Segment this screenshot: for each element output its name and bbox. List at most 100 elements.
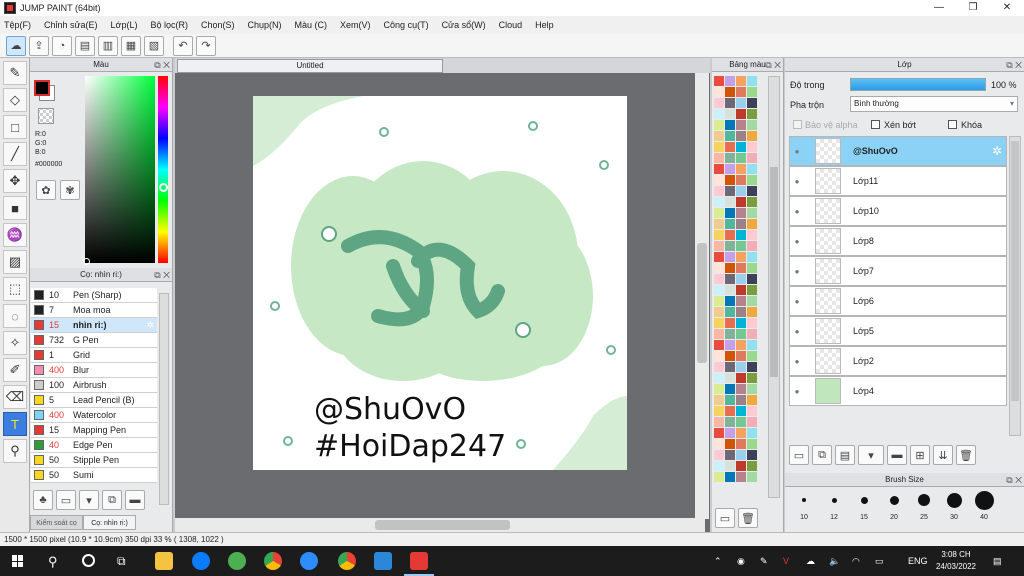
color-swatch[interactable] [736, 142, 746, 152]
color-swatch[interactable] [714, 384, 724, 394]
color-swatch[interactable] [725, 406, 735, 416]
color-swatch[interactable] [747, 318, 757, 328]
color-swatch[interactable] [747, 285, 757, 295]
visibility-icon[interactable]: ● [790, 237, 804, 246]
color-swatch[interactable] [747, 395, 757, 405]
menu-cloud[interactable]: Cloud [499, 20, 523, 30]
color-swatch[interactable] [714, 197, 724, 207]
brush-scrollbar[interactable] [159, 293, 169, 505]
color-swatch[interactable] [714, 373, 724, 383]
color-swatch[interactable] [714, 340, 724, 350]
transparent-color-icon[interactable] [38, 108, 54, 124]
tab-brush[interactable]: Cọ: nhìn ri:) [83, 515, 136, 530]
language-indicator[interactable]: ENG [908, 546, 928, 576]
photos-icon[interactable] [374, 552, 392, 570]
select-rect-tool-icon[interactable]: ⬚ [3, 277, 27, 301]
color-swatch[interactable] [736, 263, 746, 273]
color-swatch[interactable] [747, 417, 757, 427]
gear-icon[interactable]: ✲ [992, 144, 1002, 158]
brush-item[interactable]: 15 nhìn ri:) ✲ [31, 318, 157, 333]
color-swatch[interactable] [747, 461, 757, 471]
color-swatch[interactable] [747, 406, 757, 416]
brush-item[interactable]: 50 Sumi [31, 468, 157, 483]
select-eraser-tool-icon[interactable]: ⌫ [3, 385, 27, 409]
brush-item[interactable]: 732 G Pen [31, 333, 157, 348]
color-swatch[interactable] [725, 120, 735, 130]
color-swatch[interactable] [725, 98, 735, 108]
color-swatch[interactable] [736, 384, 746, 394]
color-swatch[interactable] [736, 208, 746, 218]
layer-row[interactable]: ● Lớp2 [789, 346, 1007, 376]
color-swatch[interactable] [747, 472, 757, 482]
color-swatch[interactable] [714, 98, 724, 108]
color-swatch[interactable] [725, 153, 735, 163]
antivirus-icon[interactable]: V [783, 546, 789, 576]
layer-row[interactable]: ● Lớp8 [789, 226, 1007, 256]
color-swatch[interactable] [736, 472, 746, 482]
foreground-color-swatch[interactable] [34, 80, 50, 96]
menu-edit[interactable]: Chỉnh sửa(E) [44, 20, 98, 30]
color-swatch[interactable] [725, 87, 735, 97]
color-swatch[interactable] [725, 208, 735, 218]
brush-item[interactable]: 50 Stipple Pen [31, 453, 157, 468]
brush-item[interactable]: 400 Watercolor [31, 408, 157, 423]
brush-item[interactable]: 40 Edge Pen [31, 438, 157, 453]
brush-item[interactable]: 5 Lead Pencil (B) [31, 393, 157, 408]
color-swatch[interactable] [736, 241, 746, 251]
color-swatch[interactable] [725, 340, 735, 350]
visibility-icon[interactable]: ● [790, 387, 804, 396]
color-swatch[interactable] [725, 318, 735, 328]
brush-tool-icon[interactable]: ✎ [3, 61, 27, 85]
color-swatch[interactable] [736, 109, 746, 119]
color-swatch[interactable] [725, 274, 735, 284]
color-swatch[interactable] [736, 329, 746, 339]
visibility-icon[interactable]: ● [790, 297, 804, 306]
meet-now-icon[interactable]: ◉ [737, 546, 745, 576]
windows-start-icon[interactable] [12, 555, 24, 567]
color-swatch[interactable] [714, 428, 724, 438]
layer-row[interactable]: ● Lớp4 [789, 376, 1007, 406]
layer-row[interactable]: ● Lớp7 [789, 256, 1007, 286]
bucket-tool-icon[interactable]: ♒ [3, 223, 27, 247]
color-swatch[interactable] [714, 186, 724, 196]
color-swatch[interactable] [714, 450, 724, 460]
clip-checkbox[interactable] [871, 120, 880, 129]
chevron-up-icon[interactable]: ⌃ [714, 546, 722, 576]
color-swatch[interactable] [747, 439, 757, 449]
search-icon[interactable]: ⚲ [48, 554, 58, 570]
battery-icon[interactable]: ▭ [875, 546, 884, 576]
brush-add-icon[interactable]: ♣ [33, 490, 53, 510]
color-swatch[interactable] [725, 76, 735, 86]
page-icon[interactable]: ▥ [98, 35, 118, 56]
brush-copy-icon[interactable]: ⧉ [102, 490, 122, 510]
layer-row[interactable]: ● @ShuOvO ✲ [789, 136, 1007, 166]
color-swatch[interactable] [736, 307, 746, 317]
color-swatch[interactable] [736, 186, 746, 196]
color-swatch[interactable] [747, 252, 757, 262]
color-swatch[interactable] [714, 153, 724, 163]
brush-size-preset[interactable]: 30 [939, 489, 969, 521]
color-swatch[interactable] [736, 153, 746, 163]
color-swatch[interactable] [725, 285, 735, 295]
panel-close-icon[interactable]: ⧉ ✕ [154, 269, 170, 282]
panel-close-icon[interactable]: ⧉ ✕ [154, 59, 170, 72]
select-pen-tool-icon[interactable]: ✐ [3, 358, 27, 382]
cortana-icon[interactable] [82, 554, 95, 567]
opacity-slider[interactable] [850, 78, 986, 91]
layer-folder-icon[interactable]: ▬ [887, 445, 907, 465]
color-swatch[interactable] [736, 230, 746, 240]
swatch-new-icon[interactable]: ▭ [715, 508, 735, 528]
layer-scrollbar[interactable] [1009, 136, 1021, 436]
color-swatch[interactable] [747, 263, 757, 273]
brush-item[interactable]: 400 Blur [31, 363, 157, 378]
color-swatch[interactable] [736, 373, 746, 383]
color-swatch[interactable] [725, 450, 735, 460]
speech-bubble-icon[interactable]: ◔ [52, 35, 72, 56]
brush-size-preset[interactable]: 15 [849, 489, 879, 521]
menu-capture[interactable]: Chụp(N) [248, 20, 282, 30]
color-swatch[interactable] [747, 340, 757, 350]
brush-size-preset[interactable]: 12 [819, 489, 849, 521]
drawing-canvas[interactable]: @ShuOvO #HoiDap247 [253, 96, 627, 470]
color-swatch[interactable] [747, 98, 757, 108]
layer-merge-icon[interactable]: ⇊ [933, 445, 953, 465]
